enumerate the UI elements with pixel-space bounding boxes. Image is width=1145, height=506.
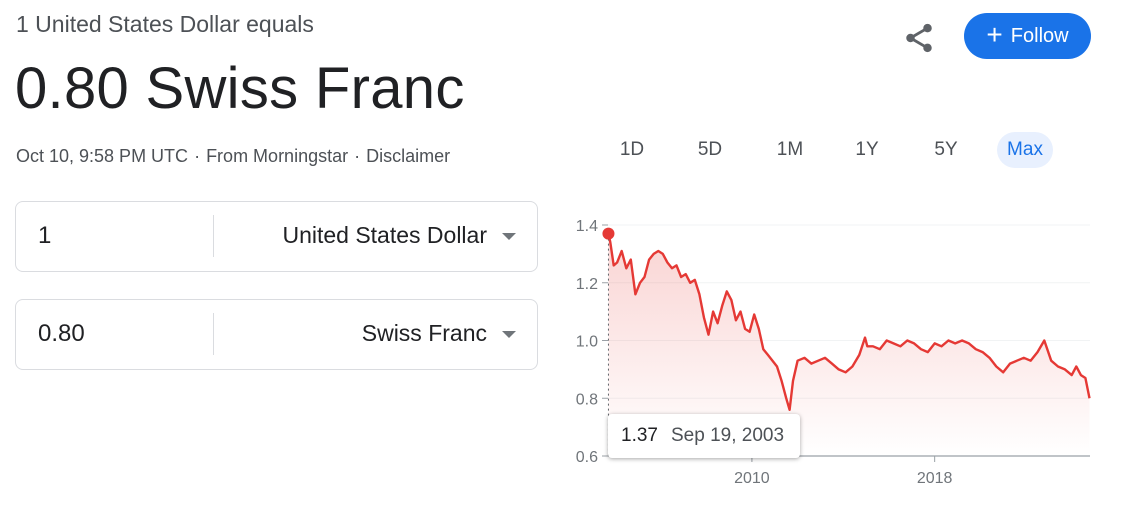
hover-marker bbox=[602, 227, 615, 240]
y-tick-label: 0.8 bbox=[576, 391, 598, 408]
to-amount-input[interactable]: 0.80 bbox=[38, 320, 85, 348]
tab-1d[interactable]: 1D bbox=[614, 132, 650, 168]
from-currency-row: 1 United States Dollar bbox=[15, 201, 538, 272]
to-currency-select[interactable]: Swiss Franc bbox=[362, 320, 487, 347]
y-tick-label: 1.2 bbox=[576, 276, 598, 293]
to-currency-row: 0.80 Swiss Franc bbox=[15, 299, 538, 370]
tooltip-value: 1.37 bbox=[621, 425, 658, 446]
y-tick-label: 1.0 bbox=[576, 334, 598, 351]
plus-icon: + bbox=[986, 18, 1003, 50]
from-amount-input[interactable]: 1 bbox=[38, 222, 51, 250]
follow-label: Follow bbox=[1010, 24, 1069, 47]
y-tick-label: 0.6 bbox=[576, 449, 598, 466]
tab-5d[interactable]: 5D bbox=[692, 132, 728, 168]
divider bbox=[213, 215, 214, 257]
tab-1y[interactable]: 1Y bbox=[849, 132, 885, 168]
x-tick-label: 2010 bbox=[734, 470, 770, 487]
share-icon bbox=[906, 23, 932, 53]
conversion-rate: 0.80 Swiss Franc bbox=[15, 56, 465, 121]
tooltip-date: Sep 19, 2003 bbox=[670, 425, 785, 446]
x-tick-label: 2018 bbox=[917, 470, 953, 487]
chart-tooltip: 1.37 Sep 19, 2003 bbox=[608, 414, 800, 458]
range-tabs: 1D 5D 1M 1Y 5Y Max bbox=[600, 128, 1070, 168]
disclaimer-link[interactable]: Disclaimer bbox=[366, 146, 450, 166]
separator: · bbox=[194, 146, 201, 166]
tab-5y[interactable]: 5Y bbox=[927, 132, 965, 168]
conversion-subtitle: 1 United States Dollar equals bbox=[16, 11, 314, 37]
follow-button[interactable]: + Follow bbox=[964, 13, 1091, 59]
timestamp: Oct 10, 9:58 PM UTC bbox=[16, 146, 189, 166]
tab-1m[interactable]: 1M bbox=[770, 132, 810, 168]
source-link[interactable]: From Morningstar bbox=[206, 146, 348, 166]
separator: · bbox=[354, 146, 361, 166]
divider bbox=[213, 313, 214, 355]
rate-metadata: Oct 10, 9:58 PM UTC · From Morningstar · Dis… bbox=[16, 146, 450, 167]
tab-max[interactable]: Max bbox=[997, 132, 1053, 168]
share-button[interactable] bbox=[899, 18, 939, 58]
from-currency-select[interactable]: United States Dollar bbox=[282, 222, 487, 249]
y-tick-label: 1.4 bbox=[576, 218, 598, 235]
dropdown-arrow-icon[interactable] bbox=[502, 331, 516, 338]
dropdown-arrow-icon[interactable] bbox=[502, 233, 516, 240]
